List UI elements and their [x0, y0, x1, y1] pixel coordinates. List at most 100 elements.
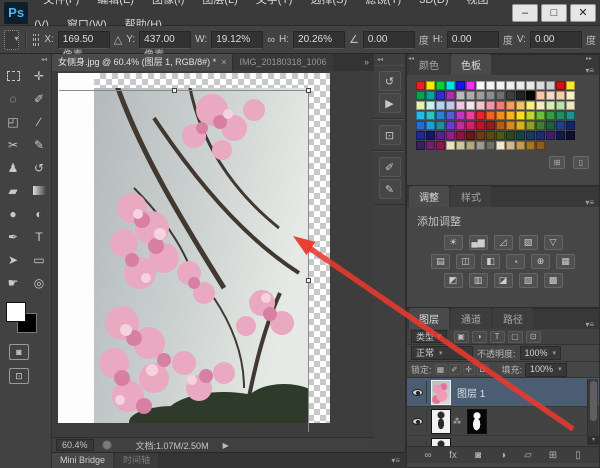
- swatch-r0-c6[interactable]: [476, 81, 485, 90]
- swatch-r1-c6[interactable]: [476, 91, 485, 100]
- swatch-r1-c14[interactable]: [556, 91, 565, 100]
- swatch-r2-c8[interactable]: [496, 101, 505, 110]
- new-swatch-button[interactable]: ⊞: [549, 156, 565, 169]
- swatch-r6-c9[interactable]: [506, 141, 515, 150]
- swatch-r1-c15[interactable]: [566, 91, 575, 100]
- swatch-r4-c12[interactable]: [536, 121, 545, 130]
- menu-item-3[interactable]: 图层(L): [193, 0, 246, 6]
- swatch-r6-c6[interactable]: [476, 141, 485, 150]
- swatch-r3-c5[interactable]: [466, 111, 475, 120]
- quick-mask-button[interactable]: ◙: [9, 344, 29, 360]
- tab-channels[interactable]: 通道: [451, 308, 491, 329]
- swatch-r2-c6[interactable]: [476, 101, 485, 110]
- swatch-r6-c1[interactable]: [426, 141, 435, 150]
- path-selection-tool[interactable]: ➤: [0, 248, 26, 271]
- document-tab-inactive[interactable]: IMG_20180318_1006: [232, 54, 332, 71]
- history-panel-button[interactable]: ↺: [379, 71, 401, 91]
- layers-scrollbar[interactable]: ▾: [587, 379, 598, 445]
- swatch-r1-c5[interactable]: [466, 91, 475, 100]
- filter-pixel-layers-icon[interactable]: ▣: [454, 331, 469, 343]
- brush-presets-panel-button[interactable]: ✎: [379, 179, 401, 199]
- levels-icon[interactable]: ▄▆: [469, 235, 488, 250]
- hue-saturation-icon[interactable]: ▤: [431, 254, 450, 269]
- vibrance-icon[interactable]: ▽: [544, 235, 563, 250]
- toolbar-collapse-arrows[interactable]: ◂◂: [0, 54, 51, 64]
- layer-row-0[interactable]: 图层 1: [407, 378, 599, 407]
- shape-tool[interactable]: ▭: [26, 248, 52, 271]
- scrollbar-down-arrow[interactable]: ▾: [588, 436, 599, 445]
- photo-filter-icon[interactable]: ◔: [506, 254, 525, 269]
- mask-link-icon[interactable]: ⁂: [453, 417, 461, 426]
- lock-transparency-icon[interactable]: ▦: [435, 364, 447, 375]
- swatch-r0-c3[interactable]: [446, 81, 455, 90]
- invert-icon[interactable]: ◩: [444, 273, 463, 288]
- swatch-r0-c5[interactable]: [466, 81, 475, 90]
- swatch-r5-c13[interactable]: [546, 131, 555, 140]
- swatch-r5-c15[interactable]: [566, 131, 575, 140]
- lock-all-icon[interactable]: ◘: [477, 364, 489, 375]
- selective-color-icon[interactable]: ▩: [544, 273, 563, 288]
- swatch-r2-c13[interactable]: [546, 101, 555, 110]
- swatch-r3-c14[interactable]: [556, 111, 565, 120]
- swatch-r2-c3[interactable]: [446, 101, 455, 110]
- swatch-r5-c0[interactable]: [416, 131, 425, 140]
- new-group-icon[interactable]: ▱: [520, 450, 536, 461]
- swatch-r3-c13[interactable]: [546, 111, 555, 120]
- swatch-r2-c0[interactable]: [416, 101, 425, 110]
- transform-handle-right-middle[interactable]: [306, 278, 311, 283]
- scrollbar-thumb[interactable]: [590, 381, 597, 421]
- type-tool[interactable]: T: [26, 225, 52, 248]
- swatch-r5-c4[interactable]: [456, 131, 465, 140]
- menu-item-4[interactable]: 文字(Y): [247, 0, 302, 6]
- blur-tool[interactable]: ●: [0, 202, 26, 225]
- swatch-r5-c9[interactable]: [506, 131, 515, 140]
- filter-type-layers-icon[interactable]: T: [490, 331, 505, 343]
- swatch-r0-c8[interactable]: [496, 81, 505, 90]
- panel-menu-icon[interactable]: ▾≡: [585, 316, 599, 329]
- crop-tool[interactable]: ◰: [0, 110, 26, 133]
- panel-menu-icon[interactable]: ▾≡: [391, 456, 406, 465]
- layer-mask-thumbnail[interactable]: [467, 409, 487, 434]
- pen-tool[interactable]: ✒: [0, 225, 26, 248]
- swatch-r3-c3[interactable]: [446, 111, 455, 120]
- brightness-contrast-icon[interactable]: ☀: [444, 235, 463, 250]
- filter-shape-layers-icon[interactable]: ▢: [508, 331, 523, 343]
- swatch-r1-c8[interactable]: [496, 91, 505, 100]
- delete-layer-icon[interactable]: ▯: [570, 450, 586, 461]
- lock-pixels-icon[interactable]: ✐: [449, 364, 461, 375]
- swatch-r1-c0[interactable]: [416, 91, 425, 100]
- transform-handle-top-center[interactable]: [172, 88, 177, 93]
- swatch-r4-c15[interactable]: [566, 121, 575, 130]
- panel-menu-icon[interactable]: ▾≡: [585, 194, 599, 207]
- maintain-aspect-ratio-icon[interactable]: ∞: [267, 34, 275, 46]
- new-layer-icon[interactable]: ⊞: [545, 450, 561, 461]
- swatch-r4-c3[interactable]: [446, 121, 455, 130]
- swatch-r0-c4[interactable]: [456, 81, 465, 90]
- swatch-r1-c2[interactable]: [436, 91, 445, 100]
- swatch-r4-c8[interactable]: [496, 121, 505, 130]
- visibility-toggle[interactable]: [409, 381, 427, 403]
- swatch-r0-c14[interactable]: [556, 81, 565, 90]
- panel-menu-icon[interactable]: ▾≡: [585, 62, 599, 75]
- swatch-r2-c4[interactable]: [456, 101, 465, 110]
- layer-style-icon[interactable]: fx: [445, 450, 461, 461]
- swatch-r2-c5[interactable]: [466, 101, 475, 110]
- swatch-r6-c5[interactable]: [466, 141, 475, 150]
- swatch-r0-c10[interactable]: [516, 81, 525, 90]
- menu-item-1[interactable]: 编辑(E): [88, 0, 143, 6]
- swatch-r2-c1[interactable]: [426, 101, 435, 110]
- layer-thumbnail[interactable]: [431, 438, 451, 447]
- swatch-r5-c3[interactable]: [446, 131, 455, 140]
- threshold-icon[interactable]: ◪: [494, 273, 513, 288]
- tab-adjustments[interactable]: 调整: [409, 186, 449, 207]
- menu-item-6[interactable]: 滤镜(T): [356, 0, 410, 6]
- status-menu-arrow-icon[interactable]: ▶: [223, 441, 229, 450]
- dock-collapse-right-icon[interactable]: ▸▸: [586, 55, 592, 62]
- swatch-r3-c2[interactable]: [436, 111, 445, 120]
- swatch-r5-c11[interactable]: [526, 131, 535, 140]
- swatch-r1-c10[interactable]: [516, 91, 525, 100]
- lasso-tool[interactable]: ◌: [0, 87, 26, 110]
- swatch-r2-c11[interactable]: [526, 101, 535, 110]
- swatch-r3-c10[interactable]: [516, 111, 525, 120]
- swatch-r6-c8[interactable]: [496, 141, 505, 150]
